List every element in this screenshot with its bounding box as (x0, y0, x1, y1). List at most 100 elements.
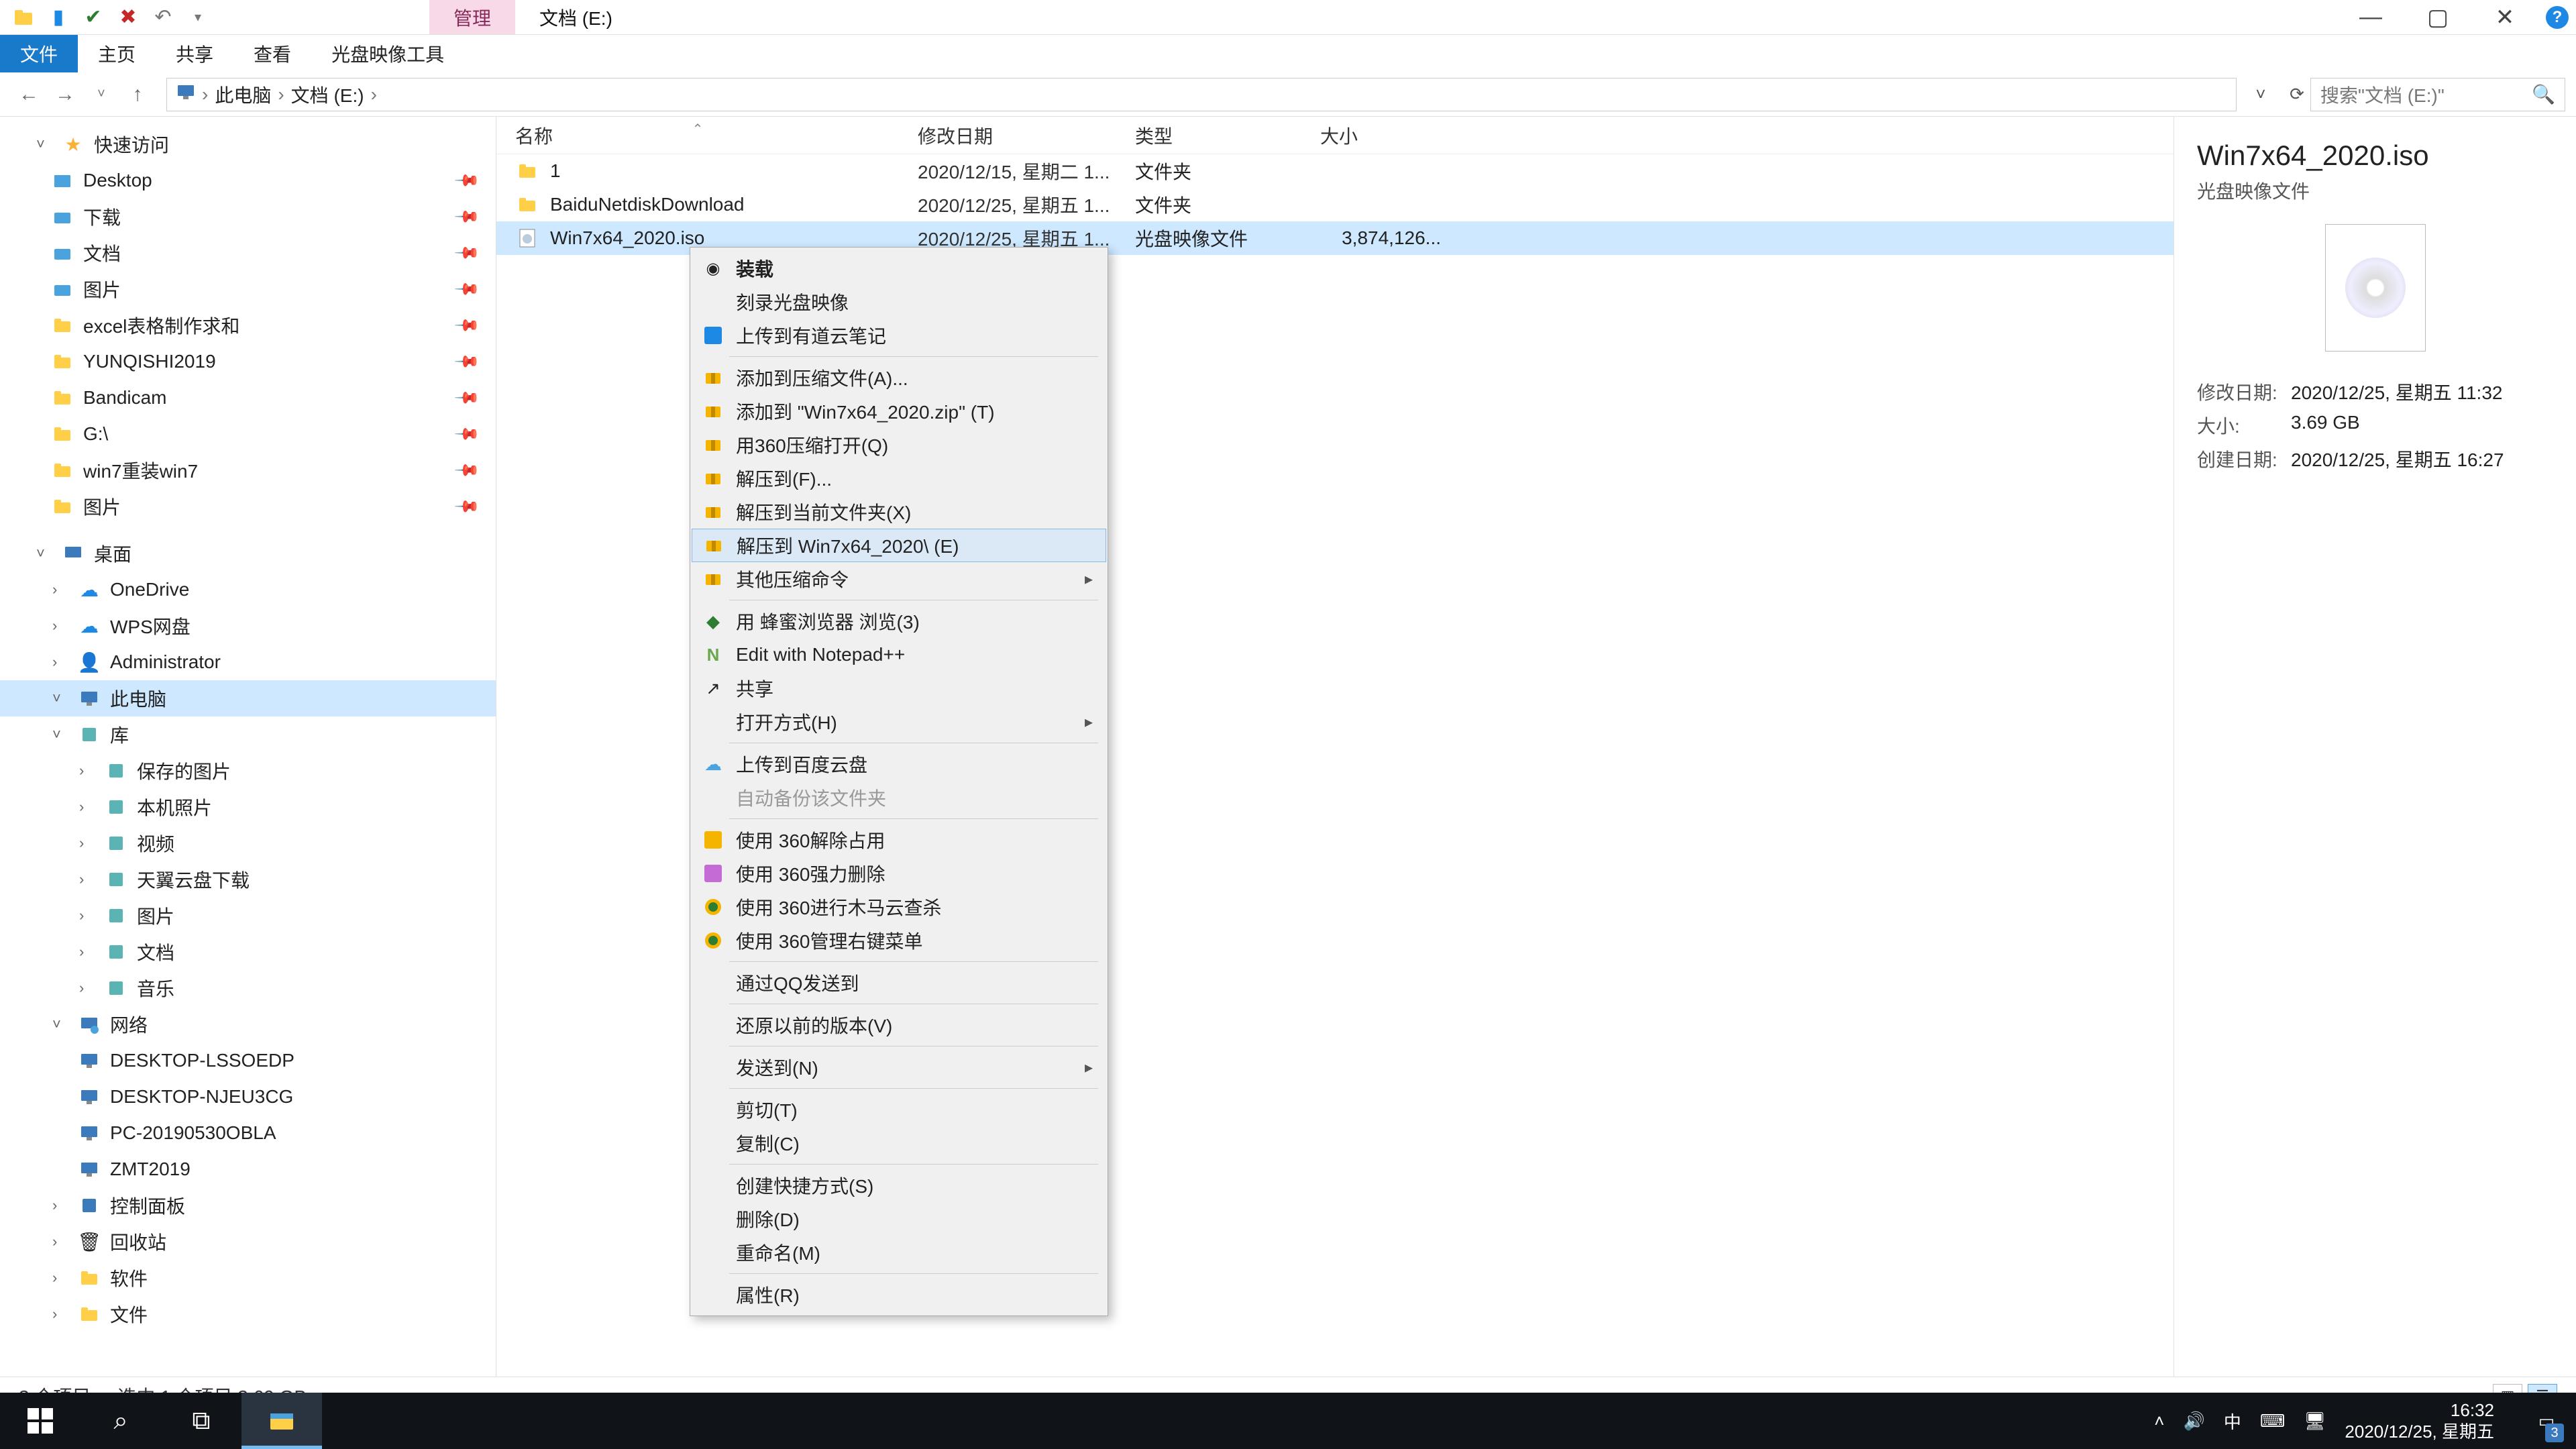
menu-item[interactable]: 重命名(M) (692, 1236, 1106, 1269)
network-tray-icon[interactable]: 🖥 (2304, 1411, 2326, 1432)
sidebar-item[interactable]: YUNQISHI2019📌 (0, 343, 496, 380)
search-button[interactable]: ⌕ (80, 1393, 161, 1449)
menu-item[interactable]: NEdit with Notepad++ (692, 638, 1106, 672)
expand-icon[interactable]: ˅ (52, 690, 68, 707)
sidebar-item[interactable]: ›控制面板 (0, 1187, 496, 1224)
menu-item[interactable]: 打开方式(H)▸ (692, 705, 1106, 739)
menu-item[interactable]: 通过QQ发送到 (692, 966, 1106, 1000)
ribbon-tab-share[interactable]: 共享 (156, 35, 233, 72)
menu-item[interactable]: 创建快捷方式(S) (692, 1169, 1106, 1202)
nav-back-button[interactable]: ← (11, 76, 47, 113)
menu-item[interactable]: 刻录光盘映像 (692, 285, 1106, 319)
sidebar-item[interactable]: ›视频 (0, 825, 496, 861)
expand-icon[interactable]: › (79, 762, 95, 780)
column-header-size[interactable]: 大小 (1301, 122, 1436, 149)
sidebar-item[interactable]: Bandicam📌 (0, 380, 496, 416)
menu-item[interactable]: ↗共享 (692, 672, 1106, 705)
menu-item[interactable]: 发送到(N)▸ (692, 1051, 1106, 1084)
sidebar-item[interactable]: ›☁WPS网盘 (0, 608, 496, 644)
menu-item[interactable]: 添加到压缩文件(A)... (692, 361, 1106, 394)
expand-icon[interactable]: › (79, 979, 95, 997)
refresh-button[interactable]: ⟳ (2284, 81, 2310, 108)
sidebar-item[interactable]: excel表格制作求和📌 (0, 307, 496, 343)
sidebar-item[interactable]: ›文档 (0, 934, 496, 970)
expand-icon[interactable]: › (79, 871, 95, 888)
breadcrumb-current[interactable]: 文档 (E:) (291, 81, 364, 108)
qat-pin-icon[interactable]: ▮ (47, 6, 70, 29)
expand-icon[interactable]: ˅ (36, 545, 52, 562)
menu-item[interactable]: 使用 360管理右键菜单 (692, 924, 1106, 957)
taskbar-clock[interactable]: 16:32 2020/12/25, 星期五 (2345, 1399, 2504, 1443)
chevron-right-icon[interactable]: › (371, 84, 377, 105)
column-header-date[interactable]: 修改日期 (899, 122, 1116, 149)
menu-item[interactable]: 剪切(T) (692, 1093, 1106, 1126)
close-button[interactable]: ✕ (2471, 0, 2538, 35)
menu-item[interactable]: 解压到(F)... (692, 462, 1106, 495)
expand-icon[interactable]: › (79, 798, 95, 816)
sidebar-quick-access[interactable]: ˅ ★ 快速访问 (0, 126, 496, 162)
menu-item[interactable]: 使用 360解除占用 (692, 823, 1106, 857)
action-center-button[interactable]: ▭ 3 (2522, 1393, 2571, 1449)
minimize-button[interactable]: ― (2337, 0, 2404, 35)
sidebar-item[interactable]: ›文件 (0, 1296, 496, 1332)
menu-item[interactable]: 删除(D) (692, 1202, 1106, 1236)
ribbon-tab-file[interactable]: 文件 (0, 35, 78, 72)
expand-icon[interactable]: › (52, 1269, 68, 1287)
menu-item[interactable]: 其他压缩命令▸ (692, 562, 1106, 596)
search-input[interactable]: 搜索"文档 (E:)" 🔍 (2310, 78, 2565, 111)
qat-check-icon[interactable]: ✔ (82, 6, 105, 29)
breadcrumb-dropdown[interactable]: ˅ (2247, 81, 2274, 108)
ribbon-tab-view[interactable]: 查看 (233, 35, 311, 72)
chevron-right-icon[interactable]: › (202, 84, 208, 105)
volume-icon[interactable]: 🔊 (2183, 1411, 2204, 1432)
expand-icon[interactable]: › (52, 1305, 68, 1323)
sidebar-item[interactable]: PC-20190530OBLA (0, 1115, 496, 1151)
sidebar-item[interactable]: 图片📌 (0, 271, 496, 307)
sidebar-item[interactable]: DESKTOP-LSSOEDP (0, 1042, 496, 1079)
contextual-tab-manage[interactable]: 管理 (429, 0, 515, 34)
breadcrumb[interactable]: › 此电脑 › 文档 (E:) › (166, 78, 2237, 111)
keyboard-icon[interactable]: ⌨ (2260, 1411, 2286, 1432)
sidebar-item[interactable]: ›保存的图片 (0, 753, 496, 789)
menu-item[interactable]: ◉装载 (692, 252, 1106, 285)
sidebar-item[interactable]: G:\📌 (0, 416, 496, 452)
menu-item[interactable]: 解压到当前文件夹(X) (692, 495, 1106, 529)
explorer-taskbar-button[interactable] (241, 1393, 322, 1449)
sidebar-network[interactable]: ˅ 网络 (0, 1006, 496, 1042)
menu-item[interactable]: 用360压缩打开(Q) (692, 428, 1106, 462)
breadcrumb-root[interactable]: 此电脑 (215, 81, 271, 108)
file-row[interactable]: 12020/12/15, 星期二 1...文件夹 (496, 154, 2174, 188)
sidebar-item[interactable]: ˅此电脑 (0, 680, 496, 716)
sidebar-item[interactable]: ˅库 (0, 716, 496, 753)
file-row[interactable]: BaiduNetdiskDownload2020/12/25, 星期五 1...… (496, 188, 2174, 221)
sidebar-item[interactable]: ›图片 (0, 898, 496, 934)
sidebar-item[interactable]: ›音乐 (0, 970, 496, 1006)
expand-icon[interactable]: › (79, 835, 95, 852)
menu-item[interactable]: 复制(C) (692, 1126, 1106, 1160)
nav-forward-button[interactable]: → (47, 76, 83, 113)
sidebar-item[interactable]: ›本机照片 (0, 789, 496, 825)
sidebar-item[interactable]: ›☁OneDrive (0, 572, 496, 608)
tray-expand-icon[interactable]: ˄ (2154, 1411, 2164, 1432)
menu-item[interactable]: ☁上传到百度云盘 (692, 747, 1106, 781)
sidebar-desktop[interactable]: ˅ 桌面 (0, 535, 496, 572)
expand-icon[interactable]: › (52, 653, 68, 671)
expand-icon[interactable]: › (52, 1233, 68, 1250)
sidebar-item[interactable]: ›天翼云盘下载 (0, 861, 496, 898)
menu-item[interactable]: ◆用 蜂蜜浏览器 浏览(3) (692, 604, 1106, 638)
menu-item[interactable]: 属性(R) (692, 1278, 1106, 1311)
expand-icon[interactable]: › (52, 1197, 68, 1214)
nav-up-button[interactable]: ↑ (119, 76, 156, 113)
qat-undo-icon[interactable]: ↶ (152, 6, 174, 29)
sidebar-item[interactable]: ›🗑回收站 (0, 1224, 496, 1260)
expand-icon[interactable]: › (79, 907, 95, 924)
menu-item[interactable]: 解压到 Win7x64_2020\ (E) (692, 529, 1106, 562)
maximize-button[interactable]: ▢ (2404, 0, 2471, 35)
expand-icon[interactable]: › (79, 943, 95, 961)
sidebar-item[interactable]: 文档📌 (0, 235, 496, 271)
expand-icon[interactable]: › (52, 581, 68, 598)
sidebar-item[interactable]: 图片📌 (0, 488, 496, 525)
sidebar-item[interactable]: win7重装win7📌 (0, 452, 496, 488)
menu-item[interactable]: 上传到有道云笔记 (692, 319, 1106, 352)
help-button[interactable]: ? (2538, 0, 2576, 35)
